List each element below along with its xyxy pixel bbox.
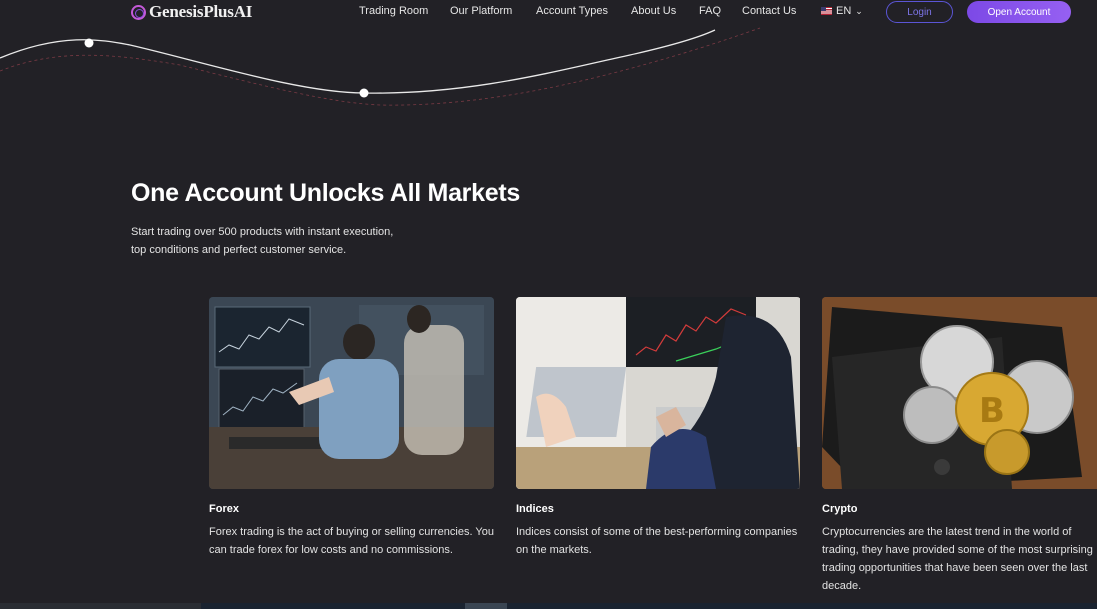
- wave-dot: [359, 88, 369, 98]
- indices-image: [516, 297, 801, 489]
- language-selector[interactable]: EN ⌄: [821, 5, 863, 17]
- chevron-down-icon: ⌄: [855, 5, 863, 16]
- hero-subtitle: Start trading over 500 products with ins…: [131, 223, 431, 259]
- hero-subtitle-line-2: top conditions and perfect customer serv…: [131, 244, 347, 256]
- nav-item-trading-room[interactable]: Trading Room: [359, 5, 428, 17]
- wave-dot: [84, 38, 94, 48]
- page-title: One Account Unlocks All Markets: [131, 179, 520, 207]
- market-card-indices[interactable]: Indices Indices consist of some of the b…: [516, 297, 801, 559]
- nav-item-account-types[interactable]: Account Types: [536, 5, 608, 17]
- bottom-strip: [0, 603, 1097, 609]
- decorative-wave-line: [0, 27, 761, 106]
- forex-image: [209, 297, 494, 489]
- hero-subtitle-line-1: Start trading over 500 products with ins…: [131, 226, 394, 238]
- nav-item-faq[interactable]: FAQ: [699, 5, 721, 17]
- card-description: Cryptocurrencies are the latest trend in…: [822, 526, 1093, 592]
- card-title: Indices: [516, 503, 554, 515]
- market-card-forex[interactable]: Forex Forex trading is the act of buying…: [209, 297, 494, 559]
- top-navigation-bar: GenesisPlusAI Trading Room Our Platform …: [0, 0, 1097, 26]
- card-description: Forex trading is the act of buying or se…: [209, 526, 494, 556]
- nav-item-contact-us[interactable]: Contact Us: [742, 5, 796, 17]
- card-title: Crypto: [822, 503, 858, 515]
- svg-text:B: B: [979, 391, 1005, 431]
- crypto-image: B: [822, 297, 1097, 489]
- card-title: Forex: [209, 503, 239, 515]
- card-description: Indices consist of some of the best-perf…: [516, 526, 798, 556]
- language-label: EN: [836, 5, 852, 17]
- login-button[interactable]: Login: [886, 1, 953, 23]
- market-card-crypto[interactable]: B Crypto Cryptocurrencies are the latest…: [822, 297, 1097, 595]
- nav-item-about-us[interactable]: About Us: [631, 5, 676, 17]
- us-flag-icon: [821, 7, 832, 15]
- nav-item-our-platform[interactable]: Our Platform: [450, 5, 512, 17]
- open-account-button[interactable]: Open Account: [967, 1, 1071, 23]
